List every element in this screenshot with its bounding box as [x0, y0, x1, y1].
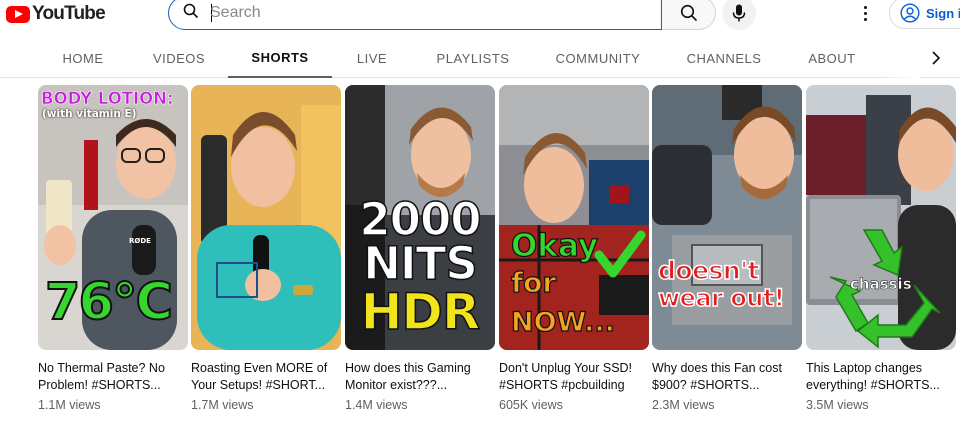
mic-brand-text: RØDE: [129, 237, 151, 245]
tab-live[interactable]: LIVE: [340, 38, 404, 78]
short-thumbnail[interactable]: doesn't wear out!: [652, 85, 802, 350]
short-item[interactable]: chassis This Laptop changes everything! …: [806, 85, 956, 412]
overlay-text: (with vitamin E): [42, 108, 137, 120]
overlay-text: for: [510, 265, 557, 299]
channel-tabs: HOME VIDEOS SHORTS LIVE PLAYLISTS COMMUN…: [0, 38, 960, 78]
short-item[interactable]: Okay for NOW... Don't Unplug Your SSD! #…: [499, 85, 649, 412]
tab-label: VIDEOS: [152, 50, 206, 66]
search-icon: [183, 3, 199, 24]
short-thumbnail[interactable]: 2000 NITS HDR: [345, 85, 495, 350]
voice-search-button[interactable]: [722, 0, 756, 30]
tab-community[interactable]: COMMUNITY: [548, 38, 648, 78]
tab-channels[interactable]: CHANNELS: [678, 38, 770, 78]
tab-label: ABOUT: [808, 50, 856, 66]
tab-label: COMMUNITY: [555, 50, 641, 66]
view-count: 1.4M views: [345, 398, 408, 412]
tab-label: SHORTS: [251, 49, 309, 65]
overlay-text: NOW...: [510, 306, 615, 338]
short-item[interactable]: doesn't wear out! Why does this Fan cost…: [652, 85, 802, 412]
tab-label: CHANNELS: [686, 50, 762, 66]
youtube-logo-icon: [6, 5, 30, 23]
tab-label: HOME: [62, 50, 104, 66]
chevron-right-icon[interactable]: [926, 48, 946, 68]
sign-in-button[interactable]: Sign in: [889, 0, 960, 29]
tabs-fade: [880, 38, 920, 78]
search-button[interactable]: [662, 0, 716, 30]
search-icon: [680, 4, 697, 22]
short-thumbnail[interactable]: Okay for NOW...: [499, 85, 649, 350]
short-thumbnail[interactable]: chassis: [806, 85, 956, 350]
short-title[interactable]: How does this Gaming Monitor exist???...: [345, 360, 495, 394]
tab-home[interactable]: HOME: [50, 38, 116, 78]
view-count: 1.7M views: [191, 398, 254, 412]
tab-label: PLAYLISTS: [436, 50, 510, 66]
short-item[interactable]: BODY LOTION: (with vitamin E) 76°C RØDE …: [38, 85, 188, 412]
overlay-text: chassis: [850, 275, 912, 294]
overlay-text: Okay: [510, 227, 599, 264]
view-count: 2.3M views: [652, 398, 715, 412]
account-icon: [900, 3, 920, 23]
search-input[interactable]: [210, 4, 630, 22]
short-title[interactable]: This Laptop changes everything! #SHORTS.…: [806, 360, 956, 394]
short-title[interactable]: Why does this Fan cost $900? #SHORTS...: [652, 360, 802, 394]
short-title[interactable]: No Thermal Paste? No Problem! #SHORTS...: [38, 360, 188, 394]
tab-videos[interactable]: VIDEOS: [140, 38, 218, 78]
overlay-text: wear out!: [657, 283, 785, 313]
tab-about[interactable]: ABOUT: [800, 38, 864, 78]
search-field[interactable]: [168, 0, 662, 30]
sign-in-label: Sign in: [926, 5, 960, 21]
short-title[interactable]: Roasting Even MORE of Your Setups! #SHOR…: [191, 360, 341, 394]
more-vert-icon[interactable]: [858, 2, 872, 24]
youtube-logo[interactable]: YouTube: [6, 3, 106, 25]
short-title[interactable]: Don't Unplug Your SSD! #SHORTS #pcbuildi…: [499, 360, 649, 394]
view-count: 3.5M views: [806, 398, 869, 412]
mic-icon: [732, 4, 746, 22]
logo-text: YouTube: [32, 3, 106, 24]
short-item[interactable]: Roasting Even MORE of Your Setups! #SHOR…: [191, 85, 341, 412]
overlay-text: BODY LOTION:: [41, 89, 174, 109]
overlay-text: HDR: [360, 282, 481, 342]
short-thumbnail[interactable]: BODY LOTION: (with vitamin E) 76°C RØDE: [38, 85, 188, 350]
view-count: 1.1M views: [38, 398, 101, 412]
overlay-text: doesn't: [657, 255, 760, 286]
tab-playlists[interactable]: PLAYLISTS: [425, 38, 521, 78]
short-thumbnail[interactable]: [191, 85, 341, 350]
search-bar: [168, 0, 716, 30]
view-count: 605K views: [499, 398, 563, 412]
masthead: YouTube Sign in: [0, 0, 960, 30]
tab-shorts[interactable]: SHORTS: [228, 38, 332, 78]
overlay-text: 76°C: [44, 272, 174, 333]
short-item[interactable]: 2000 NITS HDR How does this Gaming Monit…: [345, 85, 495, 412]
tab-label: LIVE: [356, 50, 388, 66]
